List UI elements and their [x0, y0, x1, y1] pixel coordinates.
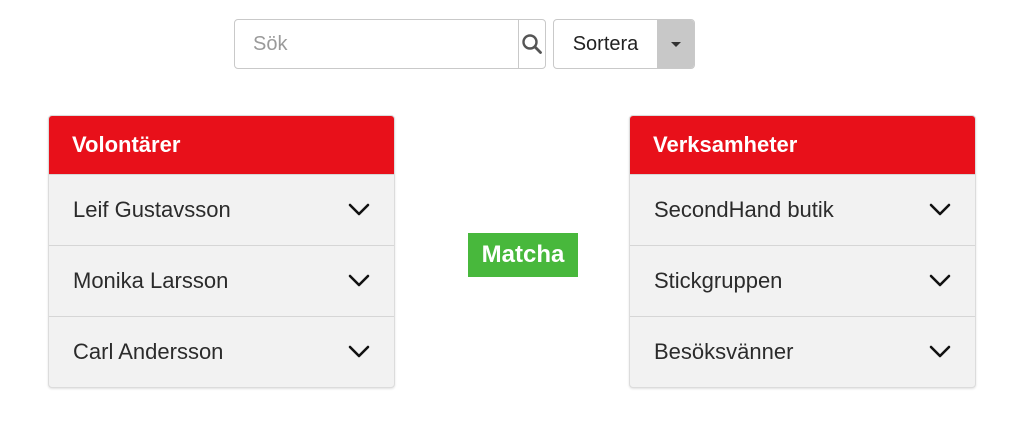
search-icon	[522, 34, 542, 54]
organization-item-label: Stickgruppen	[654, 268, 783, 293]
organization-item[interactable]: Besöksvänner	[630, 316, 975, 387]
chevron-down-icon[interactable]	[348, 203, 370, 217]
chevron-down-icon[interactable]	[929, 274, 951, 288]
organization-item-label: Besöksvänner	[654, 339, 794, 364]
organization-item[interactable]: Stickgruppen	[630, 245, 975, 316]
sort-caret-button[interactable]	[657, 20, 694, 68]
chevron-down-icon[interactable]	[348, 274, 370, 288]
chevron-down-icon[interactable]	[348, 345, 370, 359]
volunteer-item[interactable]: Leif Gustavsson	[49, 174, 394, 245]
volunteer-item-label: Monika Larsson	[73, 268, 229, 293]
caret-down-icon	[670, 41, 681, 47]
organizations-panel-title: Verksamheter	[630, 116, 975, 174]
volunteer-item-label: Leif Gustavsson	[73, 197, 231, 222]
volunteer-item-label: Carl Andersson	[73, 339, 224, 364]
page: Sortera Volontärer Leif Gustavsson Monik…	[0, 0, 1024, 427]
search-bar	[234, 19, 546, 69]
organizations-panel: Verksamheter SecondHand butik Stickgrupp…	[629, 115, 976, 388]
volunteers-panel: Volontärer Leif Gustavsson Monika Larsso…	[48, 115, 395, 388]
volunteer-item[interactable]: Monika Larsson	[49, 245, 394, 316]
match-button[interactable]: Matcha	[468, 233, 578, 277]
sort-button[interactable]: Sortera	[554, 20, 657, 68]
organization-item[interactable]: SecondHand butik	[630, 174, 975, 245]
volunteer-item[interactable]: Carl Andersson	[49, 316, 394, 387]
chevron-down-icon[interactable]	[929, 345, 951, 359]
search-input[interactable]	[235, 20, 518, 68]
sort-dropdown[interactable]: Sortera	[553, 19, 695, 69]
chevron-down-icon[interactable]	[929, 203, 951, 217]
organization-item-label: SecondHand butik	[654, 197, 834, 222]
search-button[interactable]	[518, 20, 545, 68]
volunteers-panel-title: Volontärer	[49, 116, 394, 174]
